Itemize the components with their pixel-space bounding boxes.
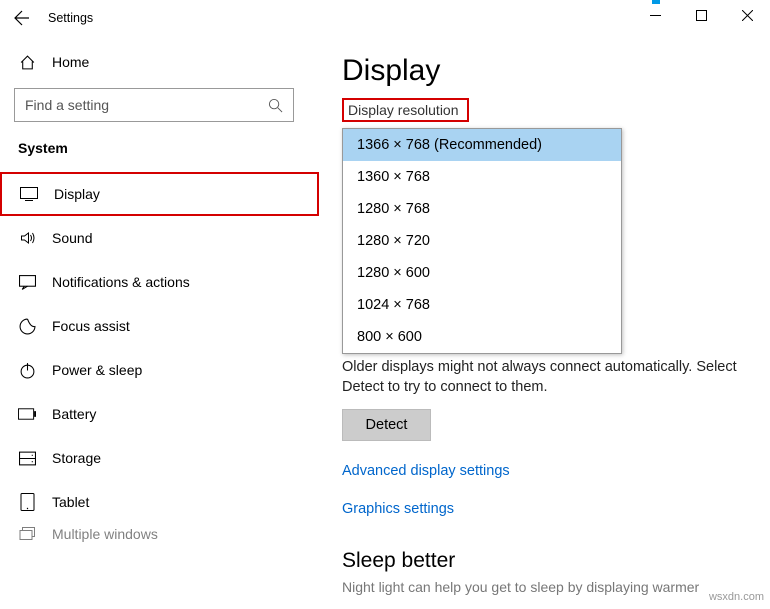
sidebar-item-multiple-windows[interactable]: Multiple windows	[0, 524, 319, 544]
graphics-settings-link[interactable]: Graphics settings	[342, 501, 748, 517]
windows-icon	[18, 527, 36, 541]
notifications-icon	[18, 275, 36, 290]
search-placeholder: Find a setting	[25, 97, 109, 113]
sidebar-item-label: Multiple windows	[52, 526, 158, 542]
sidebar-item-label: Notifications & actions	[52, 274, 190, 290]
sidebar-item-label: Tablet	[52, 494, 89, 510]
sidebar-item-notifications[interactable]: Notifications & actions	[0, 260, 319, 304]
resolution-option[interactable]: 1360 × 768	[343, 161, 621, 193]
focus-icon	[18, 318, 36, 335]
detect-description: Older displays might not always connect …	[342, 358, 748, 397]
close-button[interactable]	[724, 0, 770, 30]
search-input[interactable]: Find a setting	[14, 88, 294, 122]
content-pane: Display Display resolution 1366 × 768 (R…	[320, 36, 770, 609]
sound-icon	[18, 230, 36, 246]
watermark: wsxdn.com	[709, 591, 764, 603]
home-link[interactable]: Home	[0, 40, 319, 84]
sidebar-item-label: Sound	[52, 230, 92, 246]
back-button[interactable]	[0, 0, 44, 36]
sidebar-item-focus[interactable]: Focus assist	[0, 304, 319, 348]
sidebar-item-power[interactable]: Power & sleep	[0, 348, 319, 392]
resolution-option[interactable]: 800 × 600	[343, 321, 621, 353]
home-label: Home	[52, 54, 89, 70]
resolution-option[interactable]: 1280 × 768	[343, 193, 621, 225]
search-icon	[268, 98, 283, 113]
home-icon	[18, 54, 36, 71]
resolution-option[interactable]: 1280 × 720	[343, 225, 621, 257]
sidebar-item-label: Display	[54, 186, 100, 202]
section-title: System	[0, 132, 319, 172]
resolution-dropdown[interactable]: 1366 × 768 (Recommended) 1360 × 768 1280…	[342, 128, 622, 354]
maximize-button[interactable]	[678, 0, 724, 30]
power-icon	[18, 362, 36, 379]
sidebar-item-label: Focus assist	[52, 318, 130, 334]
battery-icon	[18, 408, 36, 420]
sidebar-item-label: Power & sleep	[52, 362, 142, 378]
minimize-icon	[650, 10, 661, 21]
sidebar-item-tablet[interactable]: Tablet	[0, 480, 319, 524]
display-icon	[20, 187, 38, 201]
resolution-label: Display resolution	[342, 98, 469, 122]
resolution-option[interactable]: 1024 × 768	[343, 289, 621, 321]
minimize-button[interactable]	[632, 0, 678, 30]
sidebar-item-sound[interactable]: Sound	[0, 216, 319, 260]
storage-icon	[18, 450, 36, 467]
close-icon	[742, 10, 753, 21]
sidebar-item-label: Storage	[52, 450, 101, 466]
sidebar-item-label: Battery	[52, 406, 96, 422]
titlebar: Settings	[0, 0, 770, 36]
sidebar-item-battery[interactable]: Battery	[0, 392, 319, 436]
resolution-option[interactable]: 1280 × 600	[343, 257, 621, 289]
sidebar-item-display[interactable]: Display	[0, 172, 319, 216]
advanced-display-link[interactable]: Advanced display settings	[342, 463, 748, 479]
resolution-option[interactable]: 1366 × 768 (Recommended)	[343, 129, 621, 161]
tablet-icon	[18, 493, 36, 511]
sleep-heading: Sleep better	[342, 549, 748, 573]
arrow-left-icon	[14, 10, 30, 26]
page-title: Display	[342, 54, 748, 88]
maximize-icon	[696, 10, 707, 21]
detect-button[interactable]: Detect	[342, 409, 431, 441]
sidebar-item-storage[interactable]: Storage	[0, 436, 319, 480]
sleep-description: Night light can help you get to sleep by…	[342, 579, 748, 595]
sidebar: Home Find a setting System Display Sound…	[0, 36, 320, 609]
window-title: Settings	[44, 11, 93, 25]
